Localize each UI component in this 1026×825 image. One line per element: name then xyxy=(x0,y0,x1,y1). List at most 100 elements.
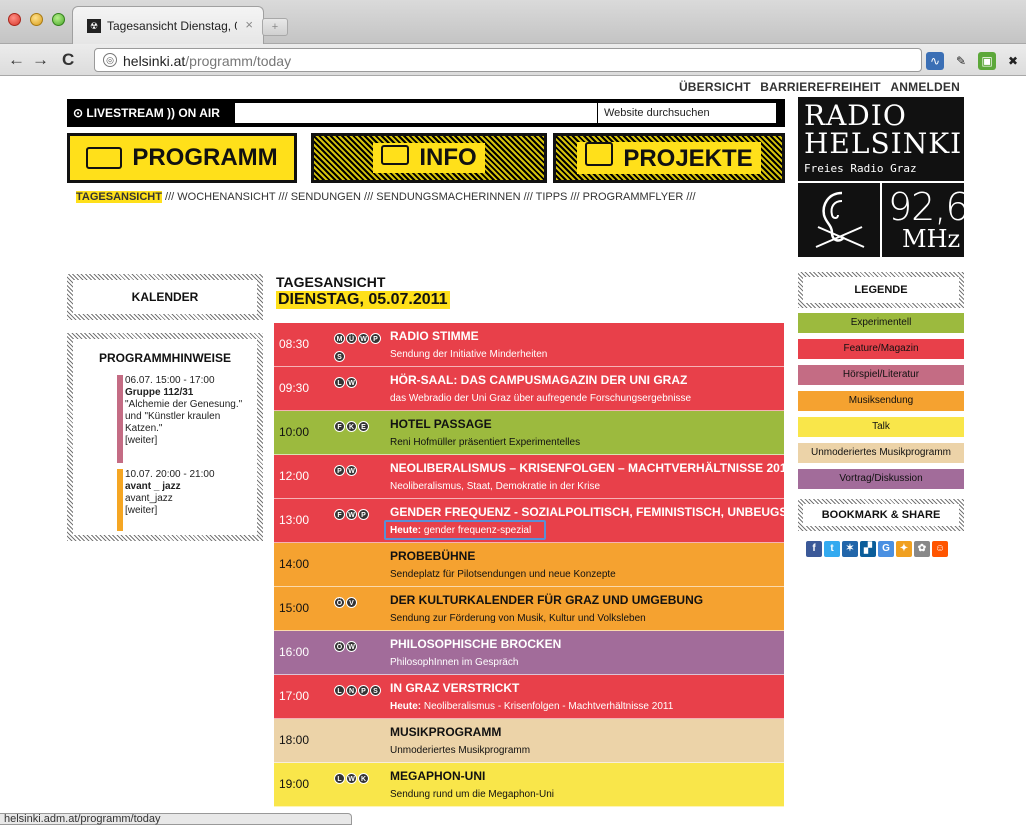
show-title-link[interactable]: DER KULTURKALENDER FÜR GRAZ UND UMGEBUNG xyxy=(390,593,703,607)
show-title-link[interactable]: PROBEBÜHNE xyxy=(390,549,475,563)
show-title-link[interactable]: RADIO STIMME xyxy=(390,329,479,343)
category-badge-icon[interactable]: F xyxy=(334,421,345,432)
show-title-link[interactable]: MUSIKPROGRAMM xyxy=(390,725,501,739)
category-badge-icon[interactable]: Ö xyxy=(334,641,345,652)
schedule-row[interactable]: 13:00 F W P GENDER FREQUENZ - SOZIALPOLITISC… xyxy=(274,499,810,543)
digg-icon[interactable]: ✿ xyxy=(914,541,930,557)
category-badge-icon[interactable]: K xyxy=(358,773,369,784)
show-title-link[interactable]: GENDER FREQUENZ - SOZIALPOLITISCH, FEMIN… xyxy=(390,505,810,519)
category-badge-icon[interactable]: N xyxy=(346,685,357,696)
subnav-tagesansicht[interactable]: TAGESANSICHT xyxy=(76,191,162,203)
show-title-link[interactable]: PHILOSOPHISCHE BROCKEN xyxy=(390,637,561,651)
schedule-row[interactable]: 16:00 Ö W PHILOSOPHISCHE BROCKEN PhilosophIn… xyxy=(274,631,784,675)
schedule-row[interactable]: 12:00 P W NEOLIBERALISMUS – KRISENFOLGEN – … xyxy=(274,455,793,499)
category-badge-icon[interactable]: Ü xyxy=(346,333,357,344)
category-badge-icon[interactable]: Ö xyxy=(334,597,345,608)
subnav-links[interactable]: /// WOCHENANSICHT /// SENDUNGEN /// SEND… xyxy=(162,191,696,203)
page-title: TAGESANSICHT xyxy=(276,274,386,290)
schedule-row[interactable]: 17:00 L N P S IN GRAZ VERSTRICKT Heute: Neolib… xyxy=(274,675,784,719)
category-badge-icon[interactable]: E xyxy=(358,421,369,432)
show-title-link[interactable]: MEGAPHON-UNI xyxy=(390,769,485,783)
show-description[interactable]: Heute: Neoliberalismus - Krisenfolgen - … xyxy=(390,701,673,712)
reddit-icon[interactable]: ☺ xyxy=(932,541,948,557)
description-text: Sendung zur Förderung von Musik, Kultur … xyxy=(390,613,646,624)
category-badge-icon[interactable]: W xyxy=(346,377,357,388)
new-tab-button[interactable]: + xyxy=(262,18,288,36)
legend-item[interactable]: Experimentell xyxy=(798,313,964,333)
show-title-link[interactable]: IN GRAZ VERSTRICKT xyxy=(390,681,519,695)
kalender-box[interactable]: KALENDER xyxy=(67,274,263,320)
rss-extension-icon[interactable]: ∿ xyxy=(926,52,944,70)
minimize-window-button[interactable] xyxy=(30,13,43,26)
myspace-icon[interactable]: ✶ xyxy=(842,541,858,557)
schedule-row[interactable]: 18:00 MUSIKPROGRAMM Unmoderiertes Musikpro… xyxy=(274,719,784,763)
show-title-link[interactable]: NEOLIBERALISMUS – KRISENFOLGEN – MACHTVE… xyxy=(390,461,793,475)
back-arrow-icon[interactable]: ← xyxy=(8,50,25,70)
legend-item[interactable]: Musiksendung xyxy=(798,391,964,411)
category-badge-icon[interactable]: K xyxy=(346,421,357,432)
category-badge-icon[interactable]: W xyxy=(346,773,357,784)
legend-item[interactable]: Hörspiel/Literatur xyxy=(798,365,964,385)
hint1-more-link[interactable]: [weiter] xyxy=(125,435,249,447)
link-ubersicht[interactable]: ÜBERSICHT xyxy=(679,80,751,94)
address-bar[interactable]: ◎ helsinki.at/programm/today xyxy=(94,48,922,72)
show-title-link[interactable]: HOTEL PASSAGE xyxy=(390,417,492,431)
delicious-icon[interactable]: ▞ xyxy=(860,541,876,557)
close-window-button[interactable] xyxy=(8,13,21,26)
category-badge-icon[interactable]: L xyxy=(334,377,345,388)
category-badge-icon[interactable]: W xyxy=(346,465,357,476)
wrench-extension-icon[interactable]: ✎ xyxy=(952,52,970,70)
category-badge-icon[interactable]: P xyxy=(370,333,381,344)
link-anmelden[interactable]: ANMELDEN xyxy=(890,80,960,94)
reload-icon[interactable]: C xyxy=(62,50,74,70)
green-extension-icon[interactable]: ▣ xyxy=(978,52,996,70)
settings-wrench-icon[interactable]: ✖ xyxy=(1004,52,1022,70)
hint2-more-link[interactable]: [weiter] xyxy=(125,505,249,517)
category-badge-icon[interactable]: W xyxy=(358,333,369,344)
zoom-window-button[interactable] xyxy=(52,13,65,26)
category-badge-icon[interactable]: V xyxy=(346,597,357,608)
category-icons: M Ü W P S xyxy=(334,328,386,364)
legend-item[interactable]: Talk xyxy=(798,417,964,437)
search-input[interactable]: Website durchsuchen xyxy=(597,102,777,124)
facebook-icon[interactable]: f xyxy=(806,541,822,557)
category-badge-icon[interactable]: L xyxy=(334,685,345,696)
schedule-row[interactable]: 19:00 L W K MEGAPHON-UNI Sendung rund um die … xyxy=(274,763,784,807)
schedule-row[interactable]: 14:00 PROBEBÜHNE Sendeplatz für Pilotsendu… xyxy=(274,543,784,587)
browser-tab[interactable]: ☢ Tagesansicht Dienstag, 05.0 × xyxy=(72,6,264,44)
show-title-link[interactable]: HÖR-SAAL: DAS CAMPUSMAGAZIN DER UNI GRAZ xyxy=(390,373,687,387)
category-badge-icon[interactable]: S xyxy=(370,685,381,696)
category-badge-icon[interactable]: P xyxy=(334,465,345,476)
link-barrierefreiheit[interactable]: BARRIEREFREIHEIT xyxy=(760,80,881,94)
projekte-button[interactable]: PROJEKTE xyxy=(553,133,785,183)
legend-item[interactable]: Vortrag/Diskussion xyxy=(798,469,964,489)
category-badge-icon[interactable]: S xyxy=(334,351,345,362)
category-badge-icon[interactable]: P xyxy=(358,685,369,696)
category-badge-icon[interactable]: M xyxy=(334,333,345,344)
legend-item[interactable]: Feature/Magazin xyxy=(798,339,964,359)
category-badge-icon[interactable]: P xyxy=(358,509,369,520)
schedule-row[interactable]: 08:30 M Ü W P S RADIO STIMME Sendung der Initia… xyxy=(274,323,784,367)
schedule-time: 14:00 xyxy=(279,557,310,571)
onair-link[interactable]: )) ON AIR xyxy=(167,106,220,120)
programm-button[interactable]: PROGRAMM xyxy=(67,133,297,183)
info-button[interactable]: INFO xyxy=(311,133,547,183)
schedule-list: 08:30 M Ü W PS RADIO STIMME Sendung der Initia… xyxy=(274,323,810,807)
legend-item[interactable]: Unmoderiertes Musikprogramm xyxy=(798,443,964,463)
forward-arrow-icon[interactable]: → xyxy=(32,50,49,70)
google-icon[interactable]: G xyxy=(878,541,894,557)
category-badge-icon[interactable]: W xyxy=(346,509,357,520)
schedule-row[interactable]: 15:00 Ö V DER KULTURKALENDER FÜR GRAZ UND U… xyxy=(274,587,784,631)
category-badge-icon[interactable]: W xyxy=(346,641,357,652)
tab-close-icon[interactable]: × xyxy=(245,17,253,32)
radio-helsinki-logo[interactable]: RADIO HELSINKI Freies Radio Graz 92,6 MH… xyxy=(798,97,970,257)
twitter-icon[interactable]: t xyxy=(824,541,840,557)
description-text: Neoliberalismus - Krisenfolgen - Machtve… xyxy=(421,701,674,712)
category-badge-icon[interactable]: L xyxy=(334,773,345,784)
schedule-row[interactable]: 09:30 L W HÖR-SAAL: DAS CAMPUSMAGAZIN DER U… xyxy=(274,367,784,411)
bookmark-share-box[interactable]: BOOKMARK & SHARE xyxy=(798,499,964,531)
livestream-link[interactable]: ⊙ LIVESTREAM xyxy=(73,106,164,120)
category-badge-icon[interactable]: F xyxy=(334,509,345,520)
schedule-row[interactable]: 10:00 F K E HOTEL PASSAGE Reni Hofmüller präs… xyxy=(274,411,784,455)
windows-live-icon[interactable]: ✦ xyxy=(896,541,912,557)
